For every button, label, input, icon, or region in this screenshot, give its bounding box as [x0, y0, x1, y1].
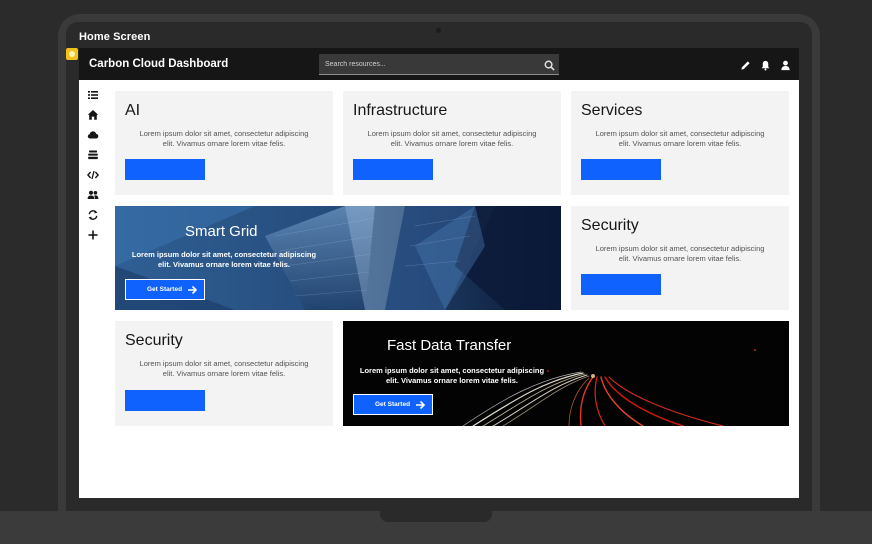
card-title: Security — [125, 332, 183, 349]
card-security-left: Security Lorem ipsum dolor sit amet, con… — [115, 321, 333, 426]
app-title[interactable]: Carbon Cloud Dashboard — [89, 58, 228, 70]
search-icon[interactable] — [544, 58, 555, 76]
hero-description: Lorem ipsum dolor sit amet, consectetur … — [131, 250, 317, 269]
card-title: Security — [581, 217, 639, 234]
card-title: AI — [125, 102, 141, 119]
camera-dot — [436, 28, 441, 33]
list-icon[interactable] — [87, 88, 99, 100]
get-started-button[interactable]: Get Started — [125, 279, 205, 300]
card-ai-button[interactable] — [125, 159, 205, 180]
hero-fast-data-transfer: Fast Data Transfer Lorem ipsum dolor sit… — [343, 321, 789, 426]
home-icon[interactable] — [87, 108, 99, 120]
app-screen: Carbon Cloud Dashboard Search resources.… — [79, 48, 799, 498]
get-started-button[interactable]: Get Started — [353, 394, 433, 415]
refresh-icon[interactable] — [87, 208, 99, 220]
laptop-notch — [380, 511, 492, 522]
group-icon[interactable] — [87, 188, 99, 200]
card-security-button[interactable] — [125, 390, 205, 411]
user-icon[interactable] — [780, 58, 791, 71]
sidebar-nav — [86, 88, 100, 240]
search-box[interactable] — [319, 54, 559, 75]
hero-title: Smart Grid — [185, 223, 258, 240]
hero-title: Fast Data Transfer — [387, 337, 512, 354]
card-infrastructure-button[interactable] — [353, 159, 433, 180]
layers-icon[interactable] — [87, 148, 99, 160]
card-description: Lorem ipsum dolor sit amet, consectetur … — [595, 244, 765, 263]
cta-label: Get Started — [147, 286, 183, 293]
card-ai: AI Lorem ipsum dolor sit amet, consectet… — [115, 91, 333, 195]
header-actions — [740, 58, 791, 71]
arrow-right-icon — [187, 285, 198, 297]
card-title: Infrastructure — [353, 102, 448, 119]
card-description: Lorem ipsum dolor sit amet, consectetur … — [139, 129, 309, 148]
arrow-right-icon — [415, 400, 426, 412]
cta-label: Get Started — [375, 401, 411, 408]
card-services-button[interactable] — [581, 159, 661, 180]
notification-icon[interactable] — [760, 58, 771, 71]
add-icon[interactable] — [87, 228, 99, 240]
window-app-icon — [66, 48, 78, 60]
header-bar: Carbon Cloud Dashboard — [79, 48, 799, 80]
hero-description: Lorem ipsum dolor sit amet, consectetur … — [359, 366, 545, 385]
card-description: Lorem ipsum dolor sit amet, consectetur … — [139, 359, 309, 378]
card-security-right: Security Lorem ipsum dolor sit amet, con… — [571, 206, 789, 310]
card-infrastructure: Infrastructure Lorem ipsum dolor sit ame… — [343, 91, 561, 195]
search-input[interactable] — [319, 54, 531, 74]
hero-smart-grid: Smart Grid Lorem ipsum dolor sit amet, c… — [115, 206, 561, 310]
card-title: Services — [581, 102, 643, 119]
window-title: Home Screen — [79, 31, 151, 43]
edit-icon[interactable] — [740, 58, 751, 70]
card-services: Services Lorem ipsum dolor sit amet, con… — [571, 91, 789, 195]
card-security-button[interactable] — [581, 274, 661, 295]
cloud-icon[interactable] — [87, 128, 99, 140]
code-icon[interactable] — [86, 168, 100, 180]
card-description: Lorem ipsum dolor sit amet, consectetur … — [367, 129, 537, 148]
card-description: Lorem ipsum dolor sit amet, consectetur … — [595, 129, 765, 148]
